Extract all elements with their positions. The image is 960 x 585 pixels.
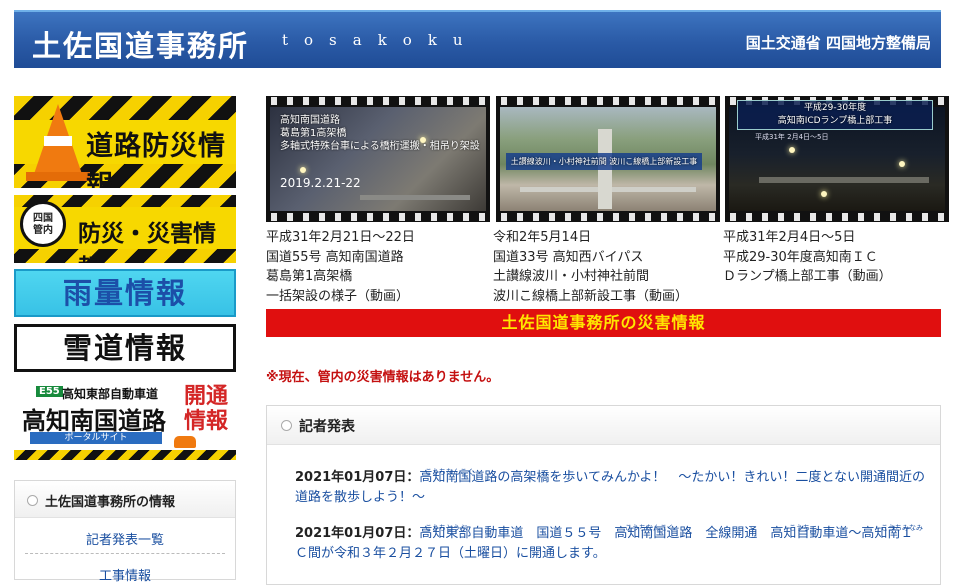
press-release-date: 2021年01月07日： — [295, 470, 420, 485]
video-thumbnail-2[interactable]: 土讃線波川・小村神社前間 波川こ線橋上部新設工事 — [496, 96, 720, 222]
bridge-girder — [360, 195, 470, 200]
press-release-box: 記者発表 こうちなんこく 2021年01月07日：高知南国道路の高架橋を歩いてみ… — [266, 405, 941, 585]
disaster-info-title-bar: 土佐国道事務所の災害情報 — [266, 309, 941, 337]
light — [789, 147, 795, 153]
hazard-stripe — [14, 450, 236, 460]
bullet-circle-icon — [27, 495, 38, 506]
press-release-item: こうちなんこく 2021年01月07日：高知南国道路の高架橋を歩いてみんかよ！ … — [295, 468, 925, 508]
press-release-list-link[interactable]: 記者発表一覧 — [15, 529, 235, 548]
road-name-label: 高知南国道路 — [22, 407, 166, 435]
site-romaji: tosakoku — [282, 31, 479, 49]
office-info-header: 土佐国道事務所の情報 — [15, 481, 235, 518]
e55-route-sign: E55 — [36, 386, 63, 397]
road-disaster-banner[interactable]: 道路防災情報 — [14, 96, 236, 188]
video-description-2: 令和2年5月14日 国道33号 高知西バイパス 土讃線波川・小村神社前間 波川こ… — [493, 230, 689, 304]
car-icon — [174, 436, 196, 448]
cone-base — [26, 172, 90, 181]
ruby-reading: こうちとうぶ — [425, 524, 467, 532]
ruby-reading: こうちなんこく — [425, 468, 474, 476]
video-description-3: 平成31年2月4日～5日 平成29-30年度高知南ＩＣ Ｄランプ橋上部工事（動画… — [723, 230, 892, 284]
ruby-reading: こうちみなみ — [881, 524, 923, 532]
site-header: 土佐国道事務所 tosakoku 国土交通省 四国地方整備局 — [14, 10, 941, 68]
open-info-label: 開通情報 — [183, 384, 228, 434]
office-info-box: 土佐国道事務所の情報 記者発表一覧 工事情報 — [14, 480, 236, 584]
rain-info-banner[interactable]: 雨量情報 — [14, 269, 236, 317]
disaster-notice: ※現在、管内の災害情報はありません。 — [266, 370, 500, 385]
divider — [25, 553, 225, 554]
portal-label: ポータルサイト — [30, 432, 162, 444]
light — [821, 191, 827, 197]
video-thumbnail-3[interactable]: 平成29-30年度 高知南ICDランプ橋上部工事 平成31年 2月4日～5日 — [725, 96, 949, 222]
light — [300, 167, 306, 173]
disaster-info-banner[interactable]: 防災・災害情報 四国 管内 — [14, 195, 236, 263]
film-strip — [496, 97, 720, 105]
video-caption: 高知南国道路 葛島第1高架橋 多軸式特殊台車による橋桁運搬・相吊り架設 — [280, 115, 480, 152]
site-title[interactable]: 土佐国道事務所 — [32, 23, 249, 65]
press-release-header: 記者発表 — [267, 406, 940, 445]
kochi-nankoku-road-banner[interactable]: E55 高知東部自動車道 高知南国道路 ポータルサイト 開通情報 — [14, 382, 236, 460]
video-thumbnail-1[interactable]: 高知南国道路 葛島第1高架橋 多軸式特殊台車による橋桁運搬・相吊り架設 2019… — [266, 96, 490, 222]
film-strip — [266, 97, 490, 105]
office-info-title: 土佐国道事務所の情報 — [45, 495, 176, 510]
video-caption-date: 2019.2.21-22 — [280, 176, 361, 190]
press-release-date: 2021年01月07日： — [295, 526, 420, 541]
disaster-info-label: 防災・災害情報 — [78, 221, 216, 263]
film-strip — [266, 213, 490, 221]
bridge-girder — [759, 177, 929, 183]
video-caption-sub: 平成31年 2月4日～5日 — [755, 133, 829, 141]
video-caption: 平成29-30年度 高知南ICDランプ橋上部工事 — [737, 100, 933, 130]
light — [899, 161, 905, 167]
construction-info-link[interactable]: 工事情報 — [15, 565, 235, 584]
expressway-label: 高知東部自動車道 — [62, 387, 159, 401]
agency-name[interactable]: 国土交通省 四国地方整備局 — [746, 32, 931, 53]
road-disaster-label: 道路防災情報 — [86, 131, 226, 188]
film-strip — [725, 213, 949, 221]
snow-road-banner[interactable]: 雪道情報 — [14, 324, 236, 372]
video-caption: 土讃線波川・小村神社前間 波川こ線橋上部新設工事 — [506, 153, 702, 170]
ruby-reading: こうち — [789, 524, 810, 532]
video-description-1: 平成31年2月21日～22日 国道55号 高知南国道路 葛島第1高架橋 一括架設… — [266, 230, 415, 304]
shikoku-badge-icon: 四国 管内 — [20, 201, 66, 247]
film-strip — [496, 213, 720, 221]
press-release-title: 記者発表 — [299, 419, 355, 435]
bullet-circle-icon — [281, 420, 292, 431]
press-release-item: こうちとうぶ こうちなんこく こうち こうちみなみ 2021年01月07日：高知… — [295, 524, 925, 564]
ruby-reading: こうちなんこく — [625, 524, 674, 532]
